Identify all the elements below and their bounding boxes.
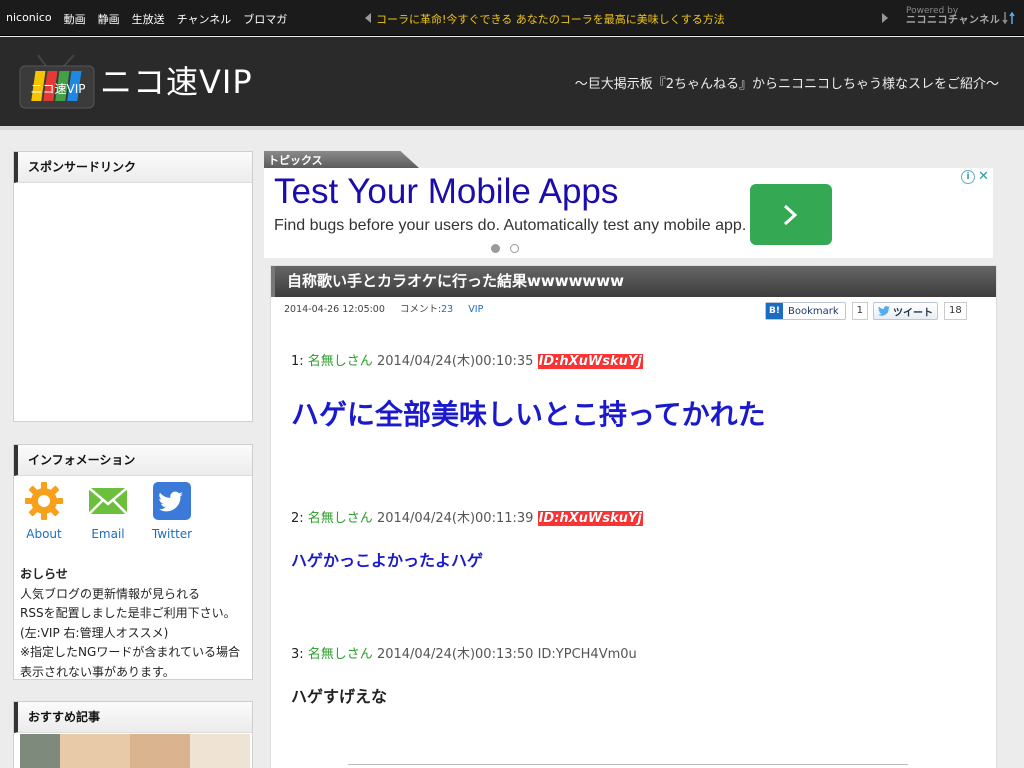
nav-channel[interactable]: チャンネル (177, 11, 232, 27)
niconico-top-bar: niconico 動画 静画 生放送 チャンネル ブロマガ コーラに革命!今すぐ… (0, 0, 1024, 36)
post-author-name: 名無しさん (307, 354, 373, 369)
twitter-icon (153, 482, 191, 520)
post-author-name: 名無しさん (307, 511, 373, 526)
post-id-highlight: ID:hXuWskuYj (537, 511, 643, 526)
channel-sort-icon[interactable] (1002, 11, 1016, 25)
post-id: ID:YPCH4Vm0u (537, 647, 637, 662)
svg-text:ニコ速VIP: ニコ速VIP (100, 63, 253, 101)
notice-line-3: (左:VIP 右:管理人オススメ) (20, 625, 169, 640)
ad-info-icon[interactable]: i (961, 170, 975, 184)
information-title: インフォメーション (14, 445, 252, 476)
hatena-b-icon: B! (766, 303, 783, 319)
gear-icon (25, 482, 63, 520)
nikosoku-vip-logo[interactable]: ニコ速VIP (18, 53, 98, 111)
ad-carousel-dot-active[interactable] (491, 244, 500, 253)
post-body-2: ハゲかっこよかったよハゲ (291, 551, 484, 570)
post-id-highlight: ID:hXuWskuYj (537, 354, 643, 369)
twitter-link[interactable]: Twitter (150, 481, 194, 541)
ad-open-button[interactable] (750, 184, 832, 245)
nav-live[interactable]: 生放送 (132, 11, 165, 27)
news-next-arrow-icon[interactable] (882, 13, 888, 23)
niconico-global-nav: niconico 動画 静画 生放送 チャンネル ブロマガ (6, 11, 287, 27)
email-label: Email (91, 527, 125, 541)
topics-tab: トピックス (264, 151, 419, 168)
svg-text:ニコ速VIP: ニコ速VIP (31, 82, 86, 96)
twitter-bird-icon (878, 306, 891, 316)
post-number: 2: (291, 511, 304, 526)
post-body-3: ハゲすげえな (291, 687, 388, 706)
recommended-title: おすすめ記事 (14, 702, 252, 733)
hatena-bookmark-count[interactable]: 1 (851, 302, 869, 320)
tweet-count[interactable]: 18 (944, 302, 967, 320)
post-datetime: 2014/04/24(木)00:10:35 (376, 354, 534, 369)
about-label: About (26, 527, 62, 541)
twitter-label: Twitter (151, 527, 193, 541)
post-body-1: ハゲに全部美味しいとこ持ってかれた (291, 398, 766, 431)
embedded-content-edge (348, 764, 908, 768)
nav-video[interactable]: 動画 (64, 11, 86, 27)
share-buttons: B! Bookmark 1 ツイート 18 (765, 302, 967, 320)
recommended-box: おすすめ記事 (13, 701, 253, 768)
news-ticker-link[interactable]: コーラに革命!今すぐできる あなたのコーラを最高に美味しくする方法 (376, 11, 725, 27)
post-header-1: 1: 名無しさん 2014/04/24(木)00:10:35 ID:hXuWsk… (291, 350, 643, 369)
recommended-article-thumbnail[interactable] (20, 734, 250, 768)
article-title[interactable]: 自称歌い手とカラオケに行った結果wwwwwww (271, 266, 996, 297)
article: 自称歌い手とカラオケに行った結果wwwwwww 2014-04-26 12:05… (270, 265, 997, 768)
hatena-bookmark-button[interactable]: B! Bookmark (765, 302, 846, 320)
comment-count-link[interactable]: 23 (441, 304, 453, 315)
notice-text: おしらせ 人気ブログの更新情報が見られる RSSを配置しました是非ご利用下さい。… (20, 565, 240, 683)
tweet-label: ツイート (893, 307, 934, 319)
powered-by-niconico-channel[interactable]: Powered by ニコニコチャンネル (906, 7, 1000, 26)
post-number: 3: (291, 647, 304, 662)
notice-line-5: 表示されない事があります。 (20, 664, 175, 679)
tweet-button[interactable]: ツイート (873, 302, 939, 320)
site-logo-text[interactable]: ニコ速VIP (100, 61, 256, 101)
comment-label: コメント: (399, 304, 442, 315)
nav-seiga[interactable]: 静画 (98, 11, 120, 27)
chevron-right-icon (783, 204, 798, 226)
nav-niconico[interactable]: niconico (6, 11, 52, 27)
notice-heading: おしらせ (20, 567, 68, 581)
article-date: 2014-04-26 12:05:00 (284, 304, 385, 315)
post-datetime: 2014/04/24(木)00:11:39 (376, 511, 534, 526)
powered-by-channel-name: ニコニコチャンネル (906, 15, 1001, 26)
category-link[interactable]: VIP (468, 304, 483, 315)
envelope-icon (88, 487, 128, 515)
hatena-bookmark-label: Bookmark (788, 305, 839, 317)
email-link[interactable]: Email (86, 481, 130, 541)
ad-close-icon[interactable]: ✕ (978, 169, 989, 184)
notice-line-1: 人気ブログの更新情報が見られる (20, 586, 201, 601)
article-meta: 2014-04-26 12:05:00 コメント:23 VIP (284, 301, 483, 315)
ad-description: Find bugs before your users do. Automati… (274, 217, 747, 234)
post-datetime: 2014/04/24(木)00:13:50 (376, 647, 534, 662)
site-header: ニコ速VIP ニコ速VIP ～巨大掲示板『2ちゃんねる』からニコニコしちゃう様な… (0, 37, 1024, 130)
ad-banner: Test Your Mobile Apps Find bugs before y… (264, 168, 993, 258)
topics-tab-label: トピックス (268, 154, 323, 167)
nav-blomaga[interactable]: ブロマガ (243, 11, 287, 27)
sponsor-box: スポンサードリンク (13, 151, 253, 422)
info-icon-row: About Email Twitter (22, 481, 194, 541)
information-box: インフォメーション About Email Twitter おしらせ 人気ブログ… (13, 444, 253, 680)
post-header-2: 2: 名無しさん 2014/04/24(木)00:11:39 ID:hXuWsk… (291, 507, 643, 526)
site-tagline: ～巨大掲示板『2ちゃんねる』からニコニコしちゃう様なスレをご紹介～ (574, 77, 999, 92)
post-author-name: 名無しさん (307, 647, 373, 662)
ad-carousel-dot[interactable] (510, 244, 519, 253)
about-link[interactable]: About (22, 481, 66, 541)
ad-title-link[interactable]: Test Your Mobile Apps (274, 172, 618, 212)
post-number: 1: (291, 354, 304, 369)
notice-line-4: ※指定したNGワードが含まれている場合 (20, 645, 240, 660)
news-prev-arrow-icon[interactable] (365, 13, 371, 23)
sponsor-title: スポンサードリンク (14, 152, 252, 183)
post-header-3: 3: 名無しさん 2014/04/24(木)00:13:50 ID:YPCH4V… (291, 643, 637, 662)
notice-line-2: RSSを配置しました是非ご利用下さい。 (20, 606, 236, 621)
